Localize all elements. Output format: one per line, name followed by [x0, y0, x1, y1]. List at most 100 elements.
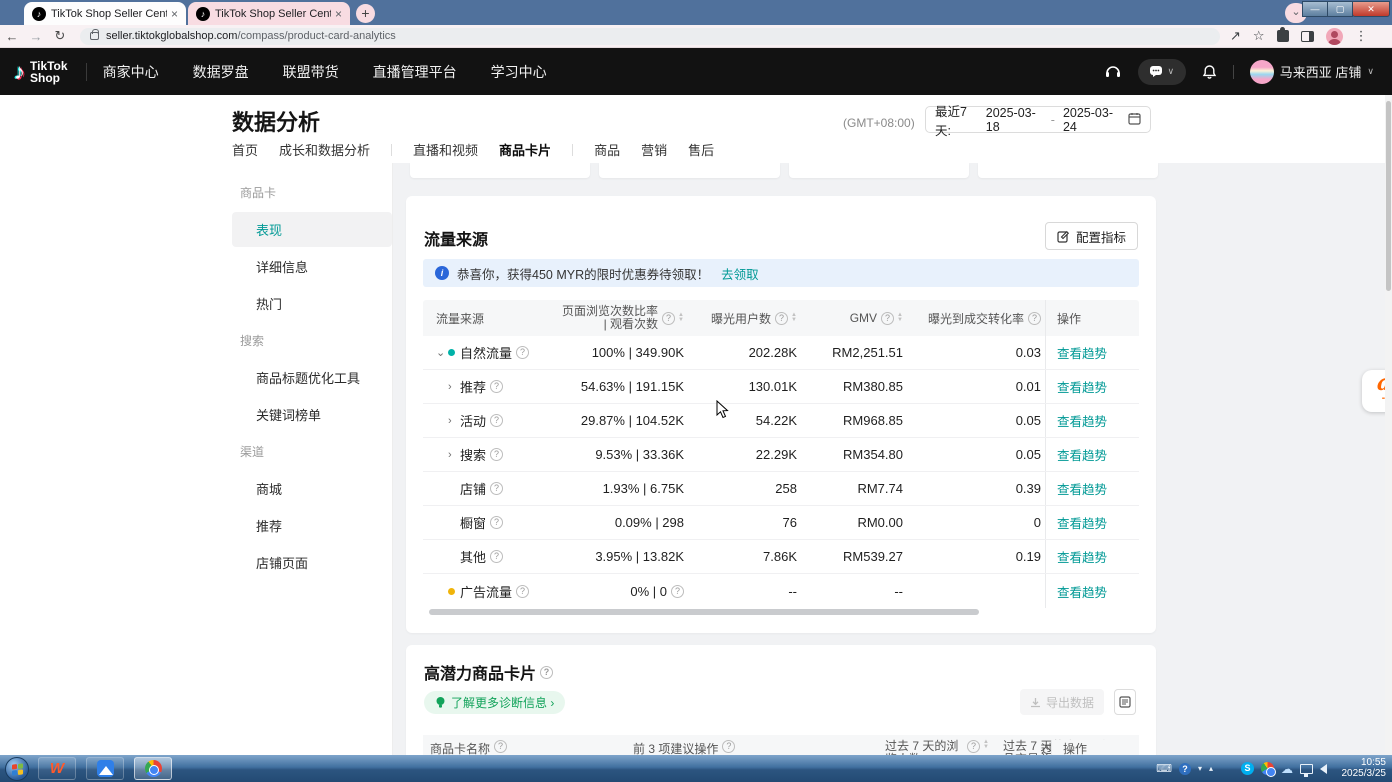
cloud-drive-icon[interactable]: ☁ — [1281, 762, 1293, 776]
share-icon[interactable]: ↗ — [1230, 28, 1241, 44]
reload-icon[interactable]: ↻ — [48, 28, 72, 44]
sort-icon[interactable] — [791, 313, 797, 323]
horizontal-scrollbar[interactable] — [423, 608, 1139, 616]
nav-item-live[interactable]: 直播管理平台 — [373, 62, 457, 82]
help-icon[interactable] — [494, 740, 507, 753]
sidebar-item-mall[interactable]: 商城 — [232, 471, 392, 506]
view-trend-link[interactable]: 查看趋势 — [1057, 547, 1107, 566]
chevron-right-icon[interactable]: › — [448, 415, 460, 427]
chevron-right-icon[interactable]: › — [448, 381, 460, 393]
sidebar-item-shop-page[interactable]: 店铺页面 — [232, 545, 392, 580]
browser-tab-1[interactable]: ♪ TikTok Shop Seller Center | Cr × — [24, 2, 186, 25]
help-icon[interactable] — [540, 666, 553, 679]
taskbar-wps-app[interactable]: W — [38, 757, 76, 780]
tab-products[interactable]: 商品 — [594, 140, 620, 164]
configure-metrics-button[interactable]: 配置指标 — [1045, 222, 1138, 250]
bookmark-star-icon[interactable]: ☆ — [1253, 28, 1265, 44]
profile-avatar[interactable] — [1326, 28, 1343, 45]
sort-icon[interactable] — [983, 740, 989, 750]
sidebar-item-recommend[interactable]: 推荐 — [232, 508, 392, 543]
view-trend-link[interactable]: 查看趋势 — [1057, 445, 1107, 464]
close-tab-icon[interactable]: × — [171, 7, 178, 21]
help-icon[interactable] — [516, 346, 529, 359]
tiktok-shop-logo[interactable]: ♪ TikTok Shop — [0, 59, 82, 85]
help-icon[interactable] — [490, 550, 503, 563]
sort-icon[interactable] — [897, 313, 903, 323]
nav-item-seller-home[interactable]: 商家中心 — [103, 62, 159, 82]
help-icon[interactable] — [671, 585, 684, 598]
notifications-bell-icon[interactable] — [1202, 64, 1217, 80]
tab-aftersales[interactable]: 售后 — [688, 140, 714, 164]
view-trend-link[interactable]: 查看趋势 — [1057, 513, 1107, 532]
nav-item-academy[interactable]: 学习中心 — [491, 62, 547, 82]
view-trend-link[interactable]: 查看趋势 — [1057, 411, 1107, 430]
help-icon[interactable] — [490, 414, 503, 427]
sidebar-item-performance[interactable]: 表现 — [232, 212, 392, 247]
sidebar-item-keyword-ranking[interactable]: 关键词榜单 — [232, 397, 392, 432]
tab-live-video[interactable]: 直播和视频 — [413, 140, 478, 164]
help-icon[interactable] — [490, 482, 503, 495]
skype-icon[interactable]: S — [1241, 762, 1254, 775]
help-icon[interactable] — [881, 312, 894, 325]
browser-menu-icon[interactable]: ⋮ — [1355, 28, 1368, 44]
headset-icon[interactable] — [1104, 63, 1122, 81]
help-icon[interactable] — [490, 516, 503, 529]
close-window-button[interactable]: ✕ — [1352, 1, 1390, 17]
help-icon[interactable] — [490, 380, 503, 393]
keyboard-icon[interactable]: ⌨ — [1156, 762, 1172, 775]
maximize-button[interactable]: ▢ — [1327, 1, 1353, 17]
chevron-down-icon[interactable]: ⌄ — [436, 346, 448, 359]
help-icon[interactable] — [967, 740, 980, 753]
taskbar-clock[interactable]: 10:55 2025/3/25 — [1342, 757, 1387, 779]
taskbar-mountain-app[interactable] — [86, 757, 124, 780]
volume-icon[interactable] — [1320, 764, 1327, 774]
table-settings-button[interactable] — [1114, 689, 1136, 715]
tray-mini-icon[interactable]: ▾ — [1198, 764, 1202, 773]
help-icon[interactable] — [516, 585, 529, 598]
divider — [86, 63, 87, 81]
side-panel-icon[interactable] — [1301, 31, 1314, 42]
help-icon[interactable] — [722, 740, 735, 753]
forward-icon[interactable]: → — [24, 29, 48, 44]
chrome-tray-icon[interactable] — [1261, 762, 1274, 775]
nav-item-compass[interactable]: 数据罗盘 — [193, 62, 249, 82]
sidebar-item-title-optimizer[interactable]: 商品标题优化工具 — [232, 360, 392, 395]
minimize-button[interactable]: — — [1302, 1, 1328, 17]
view-trend-link[interactable]: 查看趋势 — [1057, 582, 1107, 601]
chevron-right-icon[interactable]: › — [448, 449, 460, 461]
tab-marketing[interactable]: 营销 — [641, 140, 667, 164]
sidebar-item-trending[interactable]: 热门 — [232, 286, 392, 321]
network-icon[interactable] — [1300, 764, 1313, 774]
tab-product-card[interactable]: 商品卡片 — [499, 140, 551, 164]
view-trend-link[interactable]: 查看趋势 — [1057, 343, 1107, 362]
tab-growth[interactable]: 成长和数据分析 — [279, 140, 370, 164]
start-button[interactable] — [5, 757, 29, 781]
help-icon[interactable] — [1028, 312, 1041, 325]
taskbar-chrome-app[interactable] — [134, 757, 172, 780]
diagnosis-link[interactable]: 了解更多诊断信息 › — [424, 691, 565, 714]
download-icon — [1030, 697, 1041, 708]
view-trend-link[interactable]: 查看趋势 — [1057, 479, 1107, 498]
browser-tab-2-active[interactable]: ♪ TikTok Shop Seller Center | Cr × — [188, 2, 350, 25]
nav-item-affiliate[interactable]: 联盟带货 — [283, 62, 339, 82]
view-trend-link[interactable]: 查看趋势 — [1057, 377, 1107, 396]
claim-coupon-link[interactable]: 去领取 — [721, 264, 759, 283]
address-bar[interactable]: seller.tiktokglobalshop.com /compass/pro… — [80, 28, 1220, 45]
close-tab-icon[interactable]: × — [335, 7, 342, 21]
shop-selector[interactable]: 马来西亚 店铺 ∨ — [1250, 60, 1374, 84]
show-hidden-icons[interactable]: ▴ — [1209, 764, 1213, 773]
help-icon[interactable] — [662, 312, 675, 325]
chat-messages-button[interactable]: ∨ — [1138, 59, 1186, 85]
extensions-puzzle-icon[interactable] — [1277, 30, 1289, 42]
help-icon[interactable] — [775, 312, 788, 325]
date-range-picker[interactable]: 最近7天: 2025-03-18 - 2025-03-24 — [925, 106, 1151, 133]
tab-home[interactable]: 首页 — [232, 140, 258, 164]
sidebar-item-details[interactable]: 详细信息 — [232, 249, 392, 284]
export-data-button[interactable]: 导出数据 — [1020, 689, 1104, 715]
new-tab-button[interactable]: + — [356, 4, 375, 23]
sort-icon[interactable] — [678, 313, 684, 323]
back-icon[interactable]: ← — [0, 29, 24, 44]
help-icon[interactable] — [490, 448, 503, 461]
help-tray-icon[interactable]: ? — [1179, 763, 1191, 775]
page-scrollbar[interactable] — [1385, 95, 1392, 755]
